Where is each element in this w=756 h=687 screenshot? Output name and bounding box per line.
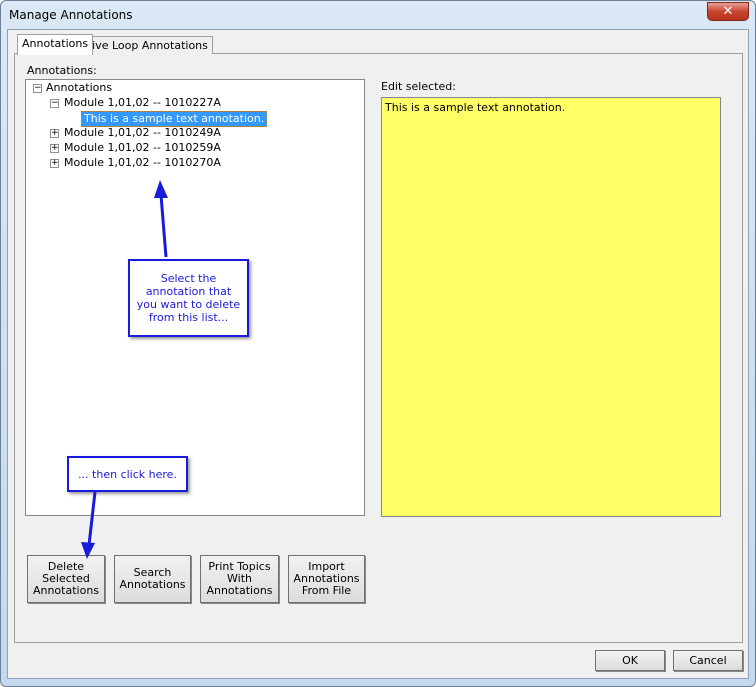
- callout-arrows: [81, 180, 168, 559]
- arrow-down-line: [87, 491, 97, 546]
- arrow-up-line: [159, 194, 168, 258]
- arrow-down-head: [81, 542, 95, 559]
- tab-annotations[interactable]: Annotations: [17, 34, 94, 55]
- arrow-up-head: [154, 180, 168, 198]
